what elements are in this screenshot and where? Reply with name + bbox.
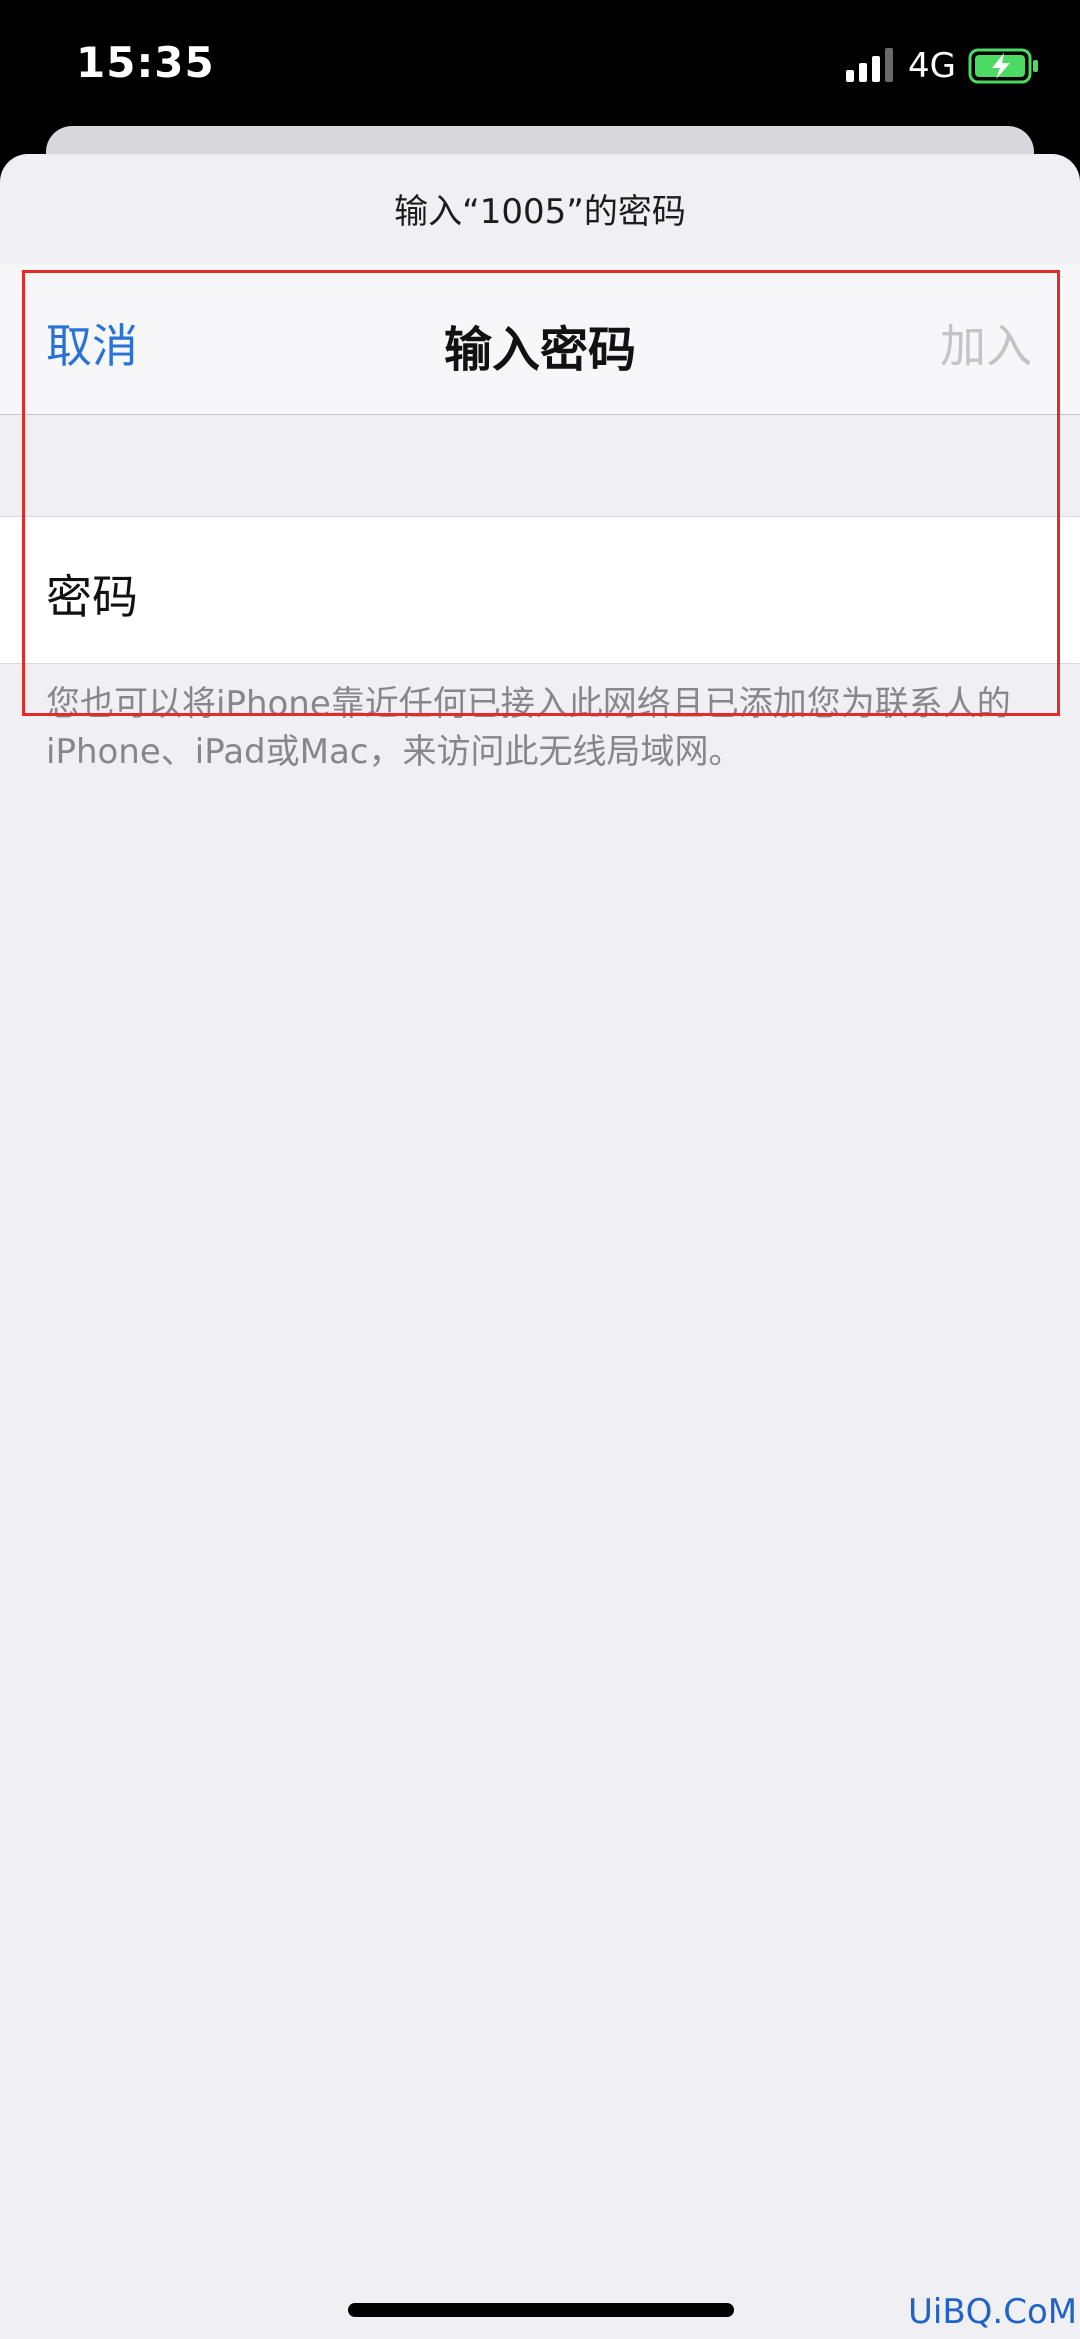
password-label: 密码 xyxy=(46,570,138,624)
status-bar: 15:35 4G xyxy=(0,0,1080,130)
status-time: 15:35 xyxy=(76,38,215,87)
nav-bar: 取消 输入密码 加入 xyxy=(0,264,1080,415)
cancel-button[interactable]: 取消 xyxy=(46,310,138,376)
network-prompt: 输入“1005”的密码 xyxy=(394,192,686,232)
footnote-text: 您也可以将iPhone靠近任何已接入此网络且已添加您为联系人的iPhone、iP… xyxy=(46,684,1011,772)
battery-charging-icon xyxy=(968,48,1038,84)
password-row[interactable]: 密码 xyxy=(0,516,1080,664)
join-button[interactable]: 加入 xyxy=(940,310,1032,376)
cellular-signal-icon xyxy=(846,48,893,82)
network-type: 4G xyxy=(908,46,956,86)
page-title: 输入密码 xyxy=(443,322,636,378)
watermark: UiBQ.CoM xyxy=(908,2292,1078,2332)
home-indicator[interactable] xyxy=(348,2303,734,2317)
password-input[interactable] xyxy=(220,537,1044,643)
password-sheet: 输入“1005”的密码 取消 输入密码 加入 密码 您也可以将iPhone靠近任… xyxy=(0,154,1080,2339)
